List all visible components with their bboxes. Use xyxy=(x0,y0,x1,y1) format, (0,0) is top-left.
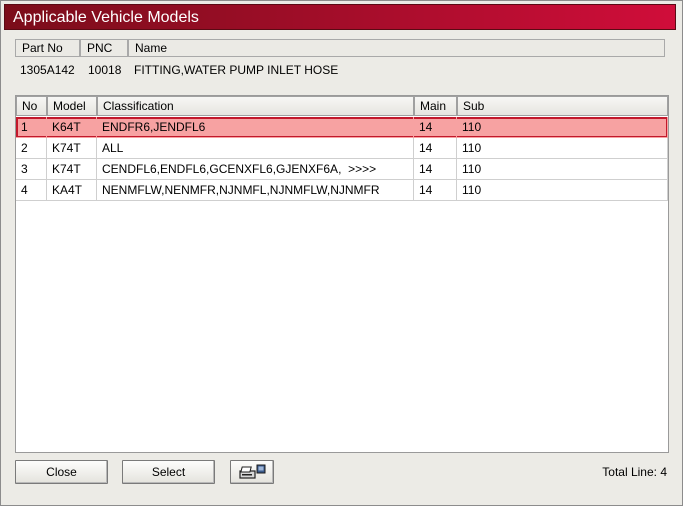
cell-no: 2 xyxy=(16,138,47,159)
printer-icon xyxy=(238,464,268,488)
column-header-classification[interactable]: Classification xyxy=(97,96,414,116)
column-header-main[interactable]: Main xyxy=(414,96,457,116)
cell-classification: CENDFL6,ENDFL6,GCENXFL6,GJENXF6A, >>>> xyxy=(97,159,414,180)
pnc-value: 10018 xyxy=(88,63,122,77)
cell-sub: 110 xyxy=(457,117,668,138)
cell-sub: 110 xyxy=(457,180,668,201)
table-row[interactable]: 3 K74T CENDFL6,ENDFL6,GCENXFL6,GJENXF6A,… xyxy=(16,159,668,180)
part-no-value: 1305A142 xyxy=(20,63,75,77)
cell-classification: ALL xyxy=(97,138,414,159)
select-button[interactable]: Select xyxy=(122,460,215,484)
window-title: Applicable Vehicle Models xyxy=(13,9,199,26)
column-header-model[interactable]: Model xyxy=(47,96,97,116)
cell-classification: NENMFLW,NENMFR,NJNMFL,NJNMFLW,NJNMFR xyxy=(97,180,414,201)
total-line-label: Total Line: 4 xyxy=(602,465,667,479)
vehicle-models-table: No Model Classification Main Sub 1 K64T … xyxy=(15,95,669,453)
cell-sub: 110 xyxy=(457,159,668,180)
cell-model: K74T xyxy=(47,138,97,159)
cell-no: 1 xyxy=(16,117,47,138)
cell-main: 14 xyxy=(414,117,457,138)
cell-main: 14 xyxy=(414,180,457,201)
column-header-sub[interactable]: Sub xyxy=(457,96,668,116)
cell-classification: ENDFR6,JENDFL6 xyxy=(97,117,414,138)
name-header: Name xyxy=(128,39,665,57)
cell-model: K64T xyxy=(47,117,97,138)
cell-no: 3 xyxy=(16,159,47,180)
cell-model: KA4T xyxy=(47,180,97,201)
name-value: FITTING,WATER PUMP INLET HOSE xyxy=(134,63,339,77)
part-no-header: Part No xyxy=(15,39,80,57)
table-row[interactable]: 4 KA4T NENMFLW,NENMFR,NJNMFL,NJNMFLW,NJN… xyxy=(16,180,668,201)
cell-main: 14 xyxy=(414,138,457,159)
table-row[interactable]: 1 K64T ENDFR6,JENDFL6 14 110 xyxy=(16,117,668,138)
pnc-header: PNC xyxy=(80,39,128,57)
cell-sub: 110 xyxy=(457,138,668,159)
cell-no: 4 xyxy=(16,180,47,201)
print-button[interactable] xyxy=(230,460,274,484)
title-bar[interactable]: Applicable Vehicle Models xyxy=(4,4,676,30)
cell-model: K74T xyxy=(47,159,97,180)
part-info-panel: Part No PNC Name 1305A142 10018 FITTING,… xyxy=(15,39,665,95)
dialog-window: Applicable Vehicle Models Part No PNC Na… xyxy=(0,0,683,506)
column-header-no[interactable]: No xyxy=(16,96,47,116)
table-row[interactable]: 2 K74T ALL 14 110 xyxy=(16,138,668,159)
cell-main: 14 xyxy=(414,159,457,180)
close-button[interactable]: Close xyxy=(15,460,108,484)
